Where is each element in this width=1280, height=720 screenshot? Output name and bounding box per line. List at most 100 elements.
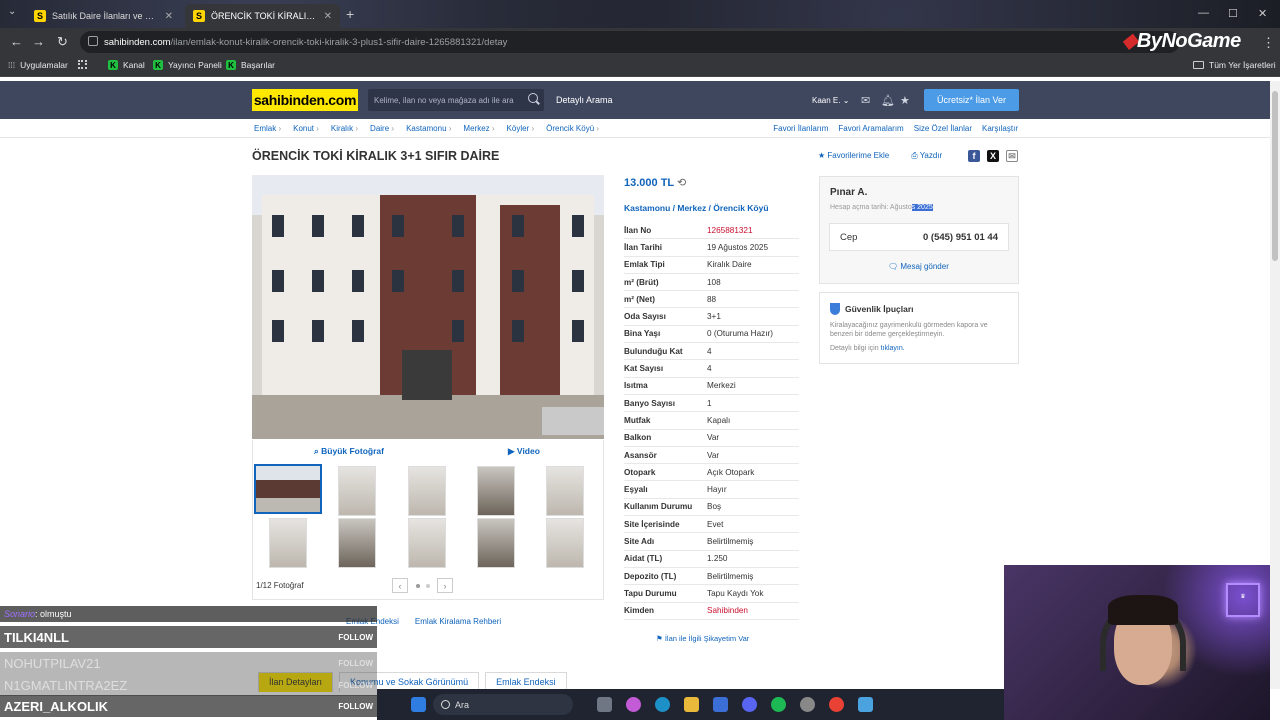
thumbnail[interactable] — [338, 466, 376, 516]
maximize-icon[interactable]: ☐ — [1228, 7, 1238, 20]
bell-icon[interactable]: 🔔︎ — [881, 94, 895, 107]
address-bar[interactable]: sahibinden.com/ilan/emlak-konut-kiralik-… — [80, 31, 1180, 53]
breadcrumb-item[interactable]: Merkez — [463, 124, 494, 133]
x-icon[interactable]: X — [987, 150, 999, 162]
task-view-icon[interactable] — [597, 697, 612, 712]
sahibinden-logo[interactable]: sahibinden.com — [252, 89, 358, 111]
tab-orencik-toki[interactable]: S ÖRENCİK TOKİ KİRALIK 3+1 SIFIR ✕ — [185, 4, 340, 28]
detailed-search-link[interactable]: Detaylı Arama — [556, 95, 613, 105]
scroll-thumb[interactable] — [1272, 91, 1278, 261]
bookmark-yayinci-paneli[interactable]: K Yayıncı Paneli — [153, 60, 222, 70]
close-tab-icon[interactable]: ✕ — [165, 11, 173, 22]
store-icon[interactable] — [713, 697, 728, 712]
reload-icon[interactable]: ↻ — [57, 34, 68, 50]
bookmark-kanal[interactable]: K Kanal — [108, 60, 145, 70]
detail-value[interactable]: 1265881321 — [707, 226, 753, 235]
facebook-icon[interactable]: f — [968, 150, 980, 162]
pager-dot[interactable] — [426, 584, 430, 588]
thumbnail[interactable] — [546, 518, 584, 568]
follower-alert: N1GMATLINTRA2EZ FOLLOW — [0, 674, 377, 696]
location-link[interactable]: Kastamonu / Merkez / Örencik Köyü — [624, 203, 769, 213]
breadcrumb-item[interactable]: Örencik Köyü — [546, 124, 599, 133]
favorite-ads-link[interactable]: Favori İlanlarım — [773, 124, 828, 133]
phone-number[interactable]: 0 (545) 951 01 44 — [923, 232, 998, 243]
bookmark-apps[interactable]: ⁞⁞⁞ Uygulamalar — [8, 60, 68, 70]
complaint-label: İlan ile İlgili Şikayetim Var — [664, 634, 750, 643]
new-tab-icon[interactable]: + — [346, 6, 354, 22]
thumbnail[interactable] — [338, 518, 376, 568]
bookmark-grid[interactable] — [78, 60, 87, 69]
breadcrumb-item[interactable]: Kiralık — [331, 124, 358, 133]
seller-name[interactable]: Pınar A. — [830, 187, 867, 198]
post-ad-button[interactable]: Ücretsiz* İlan Ver — [924, 89, 1019, 111]
pager-dot[interactable] — [416, 584, 420, 588]
back-icon[interactable]: ← — [10, 34, 23, 49]
add-favorite-button[interactable]: ★ Favorilerime Ekle — [818, 151, 889, 161]
app-icon[interactable] — [858, 697, 873, 712]
thumbnail[interactable] — [546, 466, 584, 516]
main-photo[interactable] — [252, 175, 604, 439]
gallery-links: ⌕ Büyük Fotoğraf ▶ Video — [252, 444, 604, 460]
next-photos-icon[interactable]: › — [437, 578, 453, 593]
search-input[interactable] — [368, 89, 544, 111]
bookmark-basarilar[interactable]: K Başarılar — [226, 60, 275, 70]
all-bookmarks[interactable]: Tüm Yer İşaretleri — [1193, 60, 1276, 70]
thumbnail[interactable] — [477, 518, 515, 568]
tab-satilik-daire[interactable]: S Satılık Daire İlanları ve Satılık Ev ✕ — [26, 4, 181, 28]
chrome-icon[interactable] — [829, 697, 844, 712]
favorite-searches-link[interactable]: Favori Aramalarım — [838, 124, 903, 133]
breadcrumb-item[interactable]: Emlak — [254, 124, 281, 133]
tab-search-icon[interactable]: ⌄ — [8, 6, 16, 17]
rental-guide-link[interactable]: Emlak Kiralama Rehberi — [415, 617, 501, 626]
send-message-button[interactable]: 🗨︎ Mesaj gönder — [888, 262, 949, 271]
detail-value[interactable]: Sahibinden — [707, 606, 748, 615]
copilot-icon[interactable] — [626, 697, 641, 712]
edge-icon[interactable] — [655, 697, 670, 712]
breadcrumb-item[interactable]: Kastamonu — [406, 124, 451, 133]
file-explorer-icon[interactable] — [684, 697, 699, 712]
thumbnail[interactable] — [269, 518, 307, 568]
thumbnail[interactable] — [408, 466, 446, 516]
url-path: /ilan/emlak-konut-kiralik-orencik-toki-k… — [170, 36, 508, 48]
breadcrumb-item[interactable]: Daire — [370, 124, 394, 133]
breadcrumb-item[interactable]: Köyler — [507, 124, 535, 133]
minimize-icon[interactable]: — — [1198, 7, 1209, 19]
close-tab-icon[interactable]: ✕ — [324, 11, 332, 22]
site-info-icon[interactable] — [88, 36, 98, 46]
thumbnail[interactable] — [254, 464, 322, 514]
search-icon[interactable] — [528, 93, 538, 103]
page-scrollbar[interactable] — [1270, 81, 1280, 689]
security-text: Kiralayacağınız gayrimenkulü görmeden ka… — [830, 322, 988, 338]
compare-link[interactable]: Karşılaştır — [982, 124, 1018, 133]
complaint-link[interactable]: ⚑ İlan ile İlgili Şikayetim Var — [656, 634, 749, 643]
windows-start-icon[interactable] — [411, 697, 426, 712]
browser-menu-icon[interactable]: ⋮ — [1262, 35, 1275, 51]
star-icon[interactable]: ★ — [900, 94, 910, 107]
special-ads-link[interactable]: Size Özel İlanlar — [914, 124, 972, 133]
big-photo-button[interactable]: ⌕ Büyük Fotoğraf — [314, 446, 384, 457]
bookmark-label: Başarılar — [241, 60, 276, 70]
browser-tabbar: ⌄ S Satılık Daire İlanları ve Satılık Ev… — [0, 0, 1280, 28]
detail-key: İlan Tarihi — [624, 242, 663, 252]
settings-icon[interactable] — [800, 697, 815, 712]
forward-icon[interactable]: → — [32, 34, 45, 49]
security-more-link[interactable]: tıklayın. — [881, 345, 905, 352]
print-button[interactable]: ⎙ Yazdır — [911, 151, 942, 161]
detail-key: Bulunduğu Kat — [624, 346, 683, 356]
mail-icon[interactable]: ✉ — [861, 94, 870, 107]
taskbar-search[interactable]: Ara — [433, 694, 573, 715]
user-menu[interactable]: Kaan E. ⌄ — [812, 96, 849, 105]
prev-photos-icon[interactable]: ‹ — [392, 578, 408, 593]
breadcrumb-item[interactable]: Konut — [293, 124, 319, 133]
detail-value: 1 — [707, 398, 712, 408]
detail-row: Bulunduğu Kat 4 — [624, 343, 799, 361]
spotify-icon[interactable] — [771, 697, 786, 712]
discord-icon[interactable] — [742, 697, 757, 712]
email-share-icon[interactable]: ✉ — [1006, 150, 1018, 162]
thumbnail[interactable] — [408, 518, 446, 568]
video-button[interactable]: ▶ Video — [508, 446, 540, 457]
detail-value: Boş — [707, 502, 722, 512]
thumbnail[interactable] — [477, 466, 515, 516]
close-window-icon[interactable]: ✕ — [1258, 7, 1267, 20]
price-history-icon[interactable]: ⟲ — [677, 177, 686, 189]
